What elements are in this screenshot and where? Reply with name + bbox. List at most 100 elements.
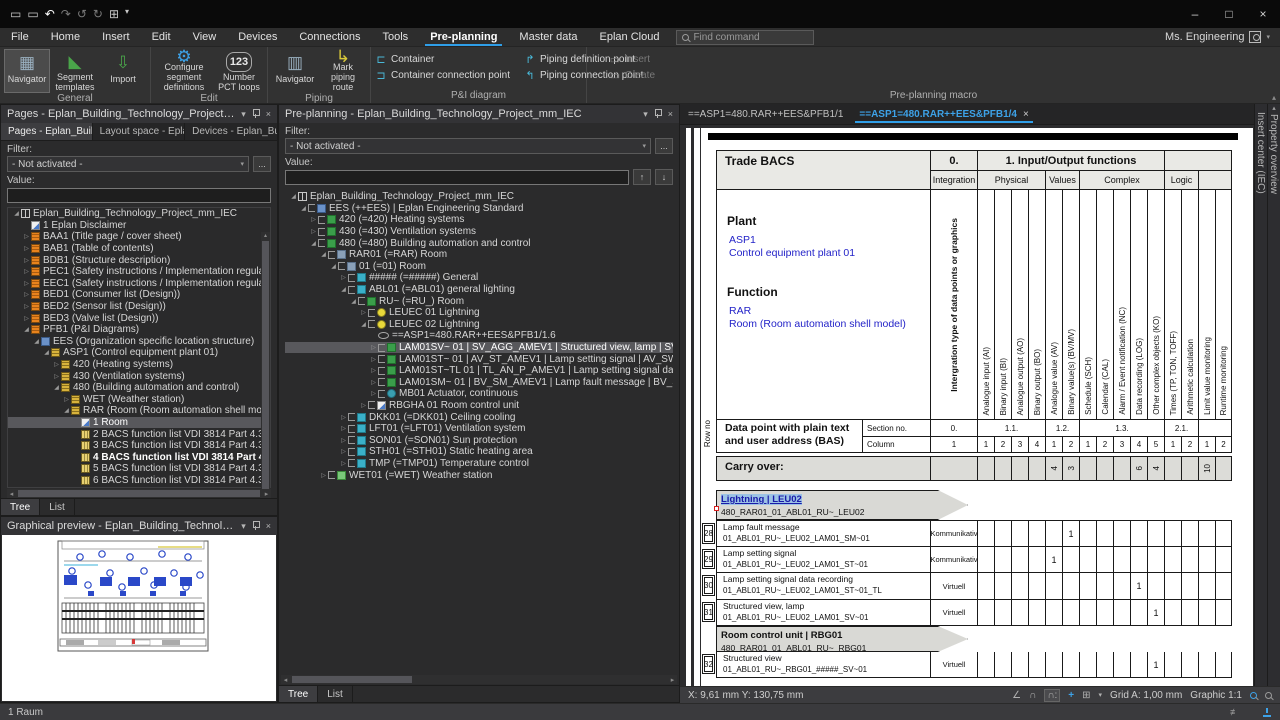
zoom-in-icon[interactable] — [1250, 692, 1257, 699]
preplanning-close-icon[interactable]: × — [668, 109, 673, 119]
tab-devices[interactable]: Devices - Eplan_Buildi... — [185, 123, 277, 140]
pages-value-input[interactable] — [7, 188, 271, 203]
tree-twisty-icon[interactable]: ◢ — [329, 263, 338, 270]
tree-twisty-icon[interactable]: ◢ — [62, 407, 71, 414]
create-macro-button[interactable]: ▭ Create — [609, 69, 655, 82]
pages-filter-more-button[interactable]: ... — [253, 156, 271, 172]
close-button[interactable]: × — [1246, 0, 1280, 28]
tree-item[interactable]: ▷##### (=#####) General — [285, 272, 673, 284]
redo-icon[interactable]: ↷ — [61, 7, 71, 21]
tree-item[interactable]: ▷420 (Heating systems) — [8, 359, 270, 371]
tree-item[interactable]: ◢RU~ (=RU_) Room — [285, 295, 673, 307]
find-command-box[interactable]: Find command — [676, 30, 814, 45]
tree-twisty-icon[interactable]: ◢ — [22, 326, 31, 333]
tree-item[interactable]: ▷EEC1 (Safety instructions / Implementat… — [8, 278, 270, 290]
insert-macro-button[interactable]: ▭ Insert — [609, 53, 655, 66]
tree-item[interactable]: 3 BACS function list VDI 3814 Part 4.3 — [8, 440, 270, 452]
tree-twisty-icon[interactable]: ◢ — [299, 205, 308, 212]
tree-item[interactable]: ◢PFB1 (P&I Diagrams) — [8, 324, 270, 336]
datapoint-row[interactable]: 30Lamp setting signal data recording01_A… — [716, 573, 1232, 600]
tree-twisty-icon[interactable]: ▷ — [22, 303, 31, 310]
tree-twisty-icon[interactable]: ◢ — [339, 286, 348, 293]
tree-item[interactable]: 1 Eplan Disclaimer — [8, 220, 270, 232]
tree-item[interactable]: ◢Eplan_Building_Technology_Project_mm_IE… — [8, 208, 270, 220]
tree-twisty-icon[interactable]: ▷ — [319, 472, 328, 479]
tree-twisty-icon[interactable]: ◢ — [359, 321, 368, 328]
ribbon-tab-eplan-cloud[interactable]: Eplan Cloud — [589, 28, 671, 46]
tree-twisty-icon[interactable]: ▷ — [369, 344, 378, 351]
undo-history-icon[interactable]: ↺ — [77, 7, 87, 21]
selection-handle[interactable] — [714, 506, 719, 511]
tree-item[interactable]: ▷RBGHA 01 Room control unit — [285, 400, 673, 412]
tree-twisty-icon[interactable]: ▷ — [309, 216, 318, 223]
tree-item[interactable]: ▷BED1 (Consumer list (Design)) — [8, 289, 270, 301]
tree-twisty-icon[interactable]: ▷ — [339, 437, 348, 444]
ribbon-tab-devices[interactable]: Devices — [227, 28, 288, 46]
tree-twisty-icon[interactable]: ▷ — [22, 257, 31, 264]
tree-item[interactable]: ▷BED3 (Valve list (Design)) — [8, 312, 270, 324]
tree-twisty-icon[interactable]: ▷ — [52, 373, 61, 380]
tree-twisty-icon[interactable]: ▷ — [52, 361, 61, 368]
user-area[interactable]: Ms. Engineering ▾ — [1165, 28, 1280, 46]
tree-item[interactable]: ◢480 (Building automation and control) — [8, 382, 270, 394]
tree-twisty-icon[interactable]: ▷ — [339, 425, 348, 432]
preplanning-menu-icon[interactable]: ▾ — [643, 109, 648, 120]
tree-item[interactable]: ◢01 (=01) Room — [285, 261, 673, 273]
tab-layout-space[interactable]: Layout space - Eplan_... — [93, 123, 185, 140]
tree-twisty-icon[interactable]: ◢ — [32, 338, 41, 345]
property-overview-tab[interactable]: Property overview — [1268, 112, 1279, 194]
tree-item[interactable]: ◢480 (=480) Building automation and cont… — [285, 237, 673, 249]
snap-to-grid-icon[interactable]: + — [1068, 690, 1074, 701]
tree-twisty-icon[interactable]: ▷ — [369, 356, 378, 363]
grid-icon[interactable]: ⊞ — [1082, 690, 1090, 701]
tree-twisty-icon[interactable]: ▷ — [359, 402, 368, 409]
tree-twisty-icon[interactable]: ◢ — [42, 349, 51, 356]
tree-twisty-icon[interactable]: ◢ — [319, 251, 328, 258]
tab-close-icon[interactable]: × — [1023, 109, 1029, 120]
minimize-button[interactable]: – — [1178, 0, 1212, 28]
tree-item[interactable]: ◢ASP1 (Control equipment plant 01) — [8, 347, 270, 359]
ribbon-tab-view[interactable]: View — [182, 28, 228, 46]
copy-page-icon[interactable]: ▭ — [27, 7, 38, 21]
tree-twisty-icon[interactable]: ▷ — [339, 460, 348, 467]
tree-item[interactable]: ▷LFT01 (=LFT01) Ventilation system — [285, 423, 673, 435]
tree-item[interactable]: 2 BACS function list VDI 3814 Part 4.3 — [8, 428, 270, 440]
pages-pin-icon[interactable] — [252, 109, 260, 119]
tree-item[interactable]: ▷BED2 (Sensor list (Design)) — [8, 301, 270, 313]
preplanning-filter-more-button[interactable]: ... — [655, 138, 673, 154]
datapoint-row[interactable]: 32Structured view01_ABL01_RU~_RBG01_####… — [716, 652, 1232, 678]
messages-icon[interactable]: ≢ — [1230, 707, 1239, 717]
ribbon-tab-file[interactable]: File — [0, 28, 40, 46]
tree-item[interactable]: ▷MB01 Actuator, continuous — [285, 388, 673, 400]
tree-item[interactable]: ◢RAR (Room (Room automation shell model)… — [8, 405, 270, 417]
tree-item[interactable]: ◢EES (++EES) | Eplan Engineering Standar… — [285, 203, 673, 215]
ribbon-tab-tools[interactable]: Tools — [372, 28, 420, 46]
tree-twisty-icon[interactable]: ▷ — [339, 414, 348, 421]
section-banner[interactable]: Room control unit | RBG01480_RAR01_01_AB… — [716, 626, 968, 652]
navigator-button[interactable]: ▦ Navigator — [4, 49, 50, 93]
ribbon-tab-home[interactable]: Home — [40, 28, 91, 46]
tree-item[interactable]: ▷BAB1 (Table of contents) — [8, 243, 270, 255]
tree-twisty-icon[interactable]: ▷ — [309, 228, 318, 235]
maximize-button[interactable]: □ — [1212, 0, 1246, 28]
tree-item[interactable]: ▷LAM01SM~ 01 | BV_SM_AMEV1 | Lamp fault … — [285, 377, 673, 389]
tree-item[interactable]: 4 BACS function list VDI 3814 Part 4.3 — [8, 451, 270, 463]
tree-item[interactable]: ▷WET01 (=WET) Weather station — [285, 469, 673, 481]
tree-twisty-icon[interactable]: ◢ — [52, 384, 61, 391]
tree-twisty-icon[interactable]: ▷ — [339, 274, 348, 281]
tree-item[interactable]: ▷430 (=430) Ventilation systems — [285, 226, 673, 238]
tree-twisty-icon[interactable]: ▷ — [62, 396, 71, 403]
ribbon-tab-insert[interactable]: Insert — [91, 28, 141, 46]
tree-item[interactable]: ▷BAA1 (Title page / cover sheet) — [8, 231, 270, 243]
new-page-icon[interactable]: ▭ — [10, 7, 21, 21]
tree-item[interactable]: ==ASP1=480.RAR++EES&PFB1/1.6 — [285, 330, 673, 342]
tree-twisty-icon[interactable]: ▷ — [369, 390, 378, 397]
tree-twisty-icon[interactable]: ▷ — [369, 367, 378, 374]
tree-twisty-icon[interactable]: ▷ — [359, 309, 368, 316]
editor-tab-1[interactable]: ==ASP1=480.RAR++EES&PFB1/1 — [680, 104, 851, 124]
angle-snap-icon[interactable]: ∠ — [1012, 690, 1021, 701]
undo-icon[interactable]: ↶ — [45, 7, 55, 21]
ribbon-tab-master-data[interactable]: Master data — [508, 28, 588, 46]
import-button[interactable]: ⇩ Import — [100, 49, 146, 93]
tree-item[interactable]: ◢Eplan_Building_Technology_Project_mm_IE… — [285, 191, 673, 203]
